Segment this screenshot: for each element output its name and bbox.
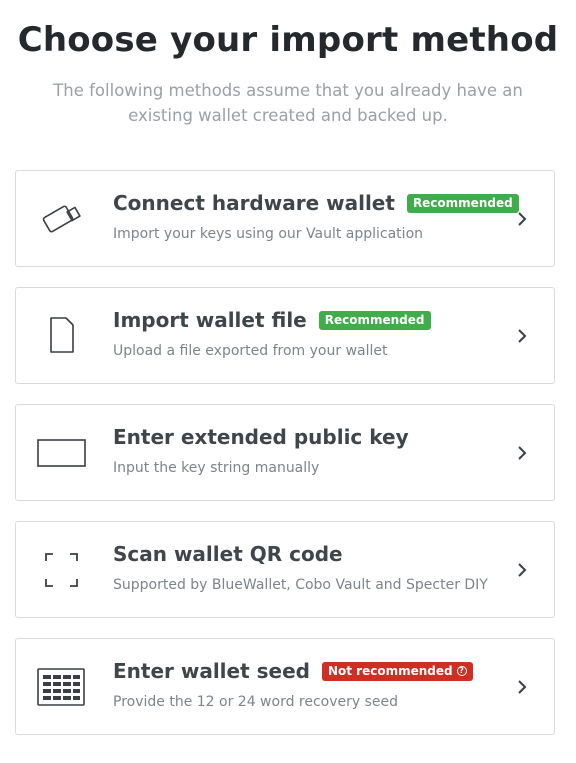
option-wallet-file[interactable]: Import wallet file Recommended Upload a … [15, 287, 555, 384]
chevron-right-icon [518, 329, 527, 343]
keyboard-icon [36, 663, 88, 711]
import-method-list: Connect hardware wallet Recommended Impo… [15, 170, 555, 755]
page-title: Choose your import method [17, 20, 559, 60]
option-wallet-seed[interactable]: Enter wallet seed Not recommended ? Prov… [15, 638, 555, 735]
recommended-badge: Recommended [318, 310, 431, 330]
option-scan-qr[interactable]: Scan wallet QR code Supported by BlueWal… [15, 521, 555, 618]
badge-label: Not recommended [327, 663, 453, 678]
text-field-icon [36, 429, 88, 477]
chevron-right-icon [518, 446, 527, 460]
not-recommended-badge: Not recommended ? [321, 661, 473, 681]
usb-stick-icon [36, 195, 88, 243]
option-description: Provide the 12 or 24 word recovery seed [113, 694, 399, 710]
option-title: Enter wallet seed [113, 659, 310, 683]
file-icon [36, 312, 88, 360]
option-title: Connect hardware wallet [113, 191, 395, 215]
option-hardware-wallet[interactable]: Connect hardware wallet Recommended Impo… [15, 170, 555, 267]
option-description: Input the key string manually [113, 460, 320, 476]
option-extended-public-key[interactable]: Enter extended public key Input the key … [15, 404, 555, 501]
option-title: Scan wallet QR code [113, 542, 343, 566]
chevron-right-icon [518, 212, 527, 226]
option-title: Import wallet file [113, 308, 307, 332]
chevron-right-icon [518, 563, 527, 577]
chevron-right-icon [518, 680, 527, 694]
option-description: Import your keys using our Vault applica… [113, 226, 424, 242]
help-icon[interactable]: ? [456, 666, 467, 676]
recommended-badge: Recommended [406, 193, 519, 213]
page-subtitle: The following methods assume that you al… [53, 81, 523, 125]
option-description: Supported by BlueWallet, Cobo Vault and … [113, 577, 488, 593]
option-description: Upload a file exported from your wallet [113, 343, 388, 359]
option-title: Enter extended public key [113, 425, 409, 449]
qr-scan-icon [36, 546, 88, 594]
